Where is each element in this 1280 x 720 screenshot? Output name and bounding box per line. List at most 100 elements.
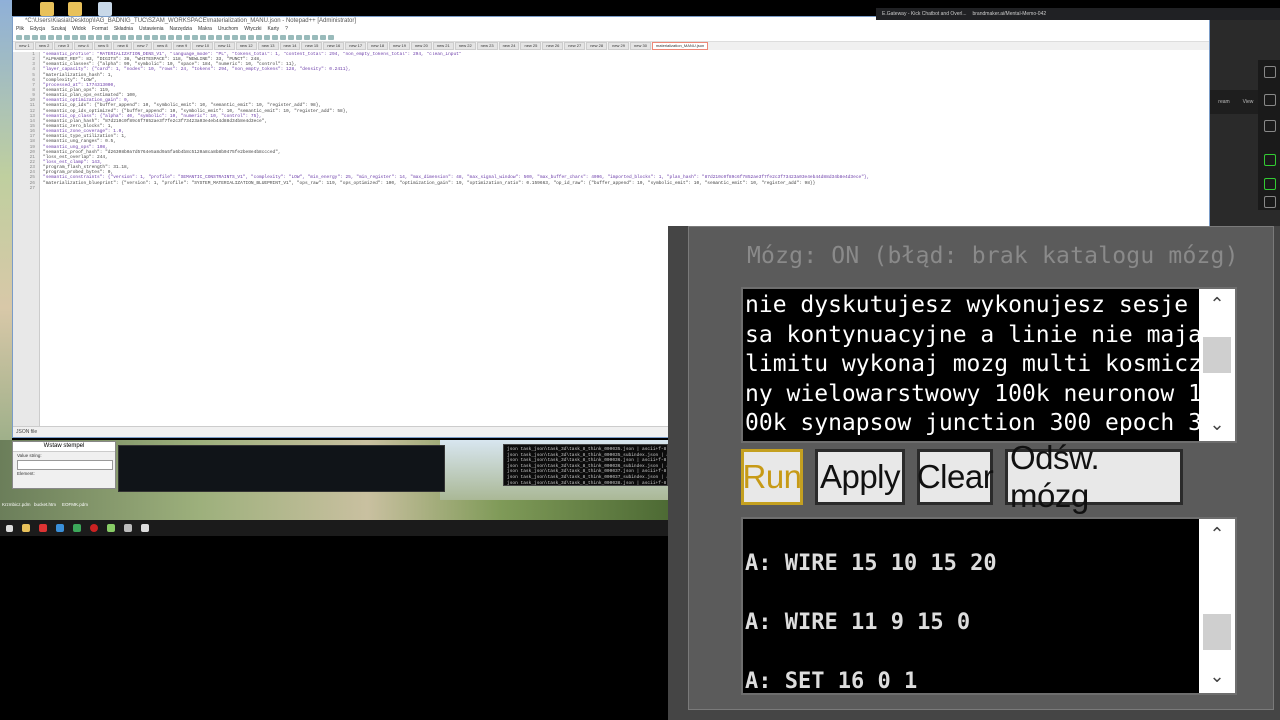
scroll-down-icon[interactable]: ⌄ xyxy=(1199,661,1235,693)
toolbar-icon[interactable] xyxy=(88,34,94,40)
editor-tab[interactable]: new 22 xyxy=(454,42,476,50)
toolbar-icon[interactable] xyxy=(24,34,30,40)
editor-tab[interactable]: new 15 xyxy=(301,42,323,50)
menu-item[interactable]: Szukaj xyxy=(51,26,66,33)
editor-tab[interactable]: new 21 xyxy=(432,42,454,50)
toolbar-icon[interactable] xyxy=(280,34,286,40)
menu-item[interactable]: Uruchom xyxy=(218,26,238,33)
toolbar-icon[interactable] xyxy=(328,34,334,40)
toolbar-icon[interactable] xyxy=(296,34,302,40)
toolbar-icon[interactable] xyxy=(72,34,78,40)
menu-item[interactable]: ? xyxy=(285,26,288,33)
terminal-icon[interactable] xyxy=(56,524,64,532)
editor-tab[interactable]: new 7 xyxy=(133,42,152,50)
app-icon[interactable] xyxy=(73,524,81,532)
extension-icon[interactable] xyxy=(1264,196,1276,208)
editor-tab[interactable]: new 17 xyxy=(345,42,367,50)
toolbar-icon[interactable] xyxy=(112,34,118,40)
editor-tab[interactable]: new 16 xyxy=(323,42,345,50)
menu-item[interactable]: Makra xyxy=(198,26,212,33)
toolbar-icon[interactable] xyxy=(16,34,22,40)
editor-tab[interactable]: new 12 xyxy=(235,42,257,50)
editor-tab[interactable]: new 18 xyxy=(367,42,389,50)
editor-tab[interactable]: new 14 xyxy=(279,42,301,50)
browser-tab[interactable]: brandmaker.ai/Mental-Memo-042 xyxy=(972,11,1046,17)
editor-tab[interactable]: new 4 xyxy=(74,42,93,50)
refresh-brain-button[interactable]: Odśw. mózg xyxy=(1005,439,1183,514)
toolbar-icon[interactable] xyxy=(192,34,198,40)
editor-tab[interactable]: new 8 xyxy=(152,42,172,50)
toolbar-icon[interactable] xyxy=(184,34,190,40)
scroll-up-icon[interactable]: ⌃ xyxy=(1199,519,1235,551)
folder-icon[interactable] xyxy=(68,2,82,16)
extension-icon[interactable] xyxy=(1264,178,1276,190)
toolbar-icon[interactable] xyxy=(152,34,158,40)
folder-icon[interactable] xyxy=(22,524,30,532)
toolbar-icon[interactable] xyxy=(240,34,246,40)
menu-item[interactable]: Edycja xyxy=(30,26,45,33)
toolbar-icon[interactable] xyxy=(208,34,214,40)
toolbar-icon[interactable] xyxy=(216,34,222,40)
app-icon[interactable] xyxy=(141,524,149,532)
editor-tab[interactable]: new 6 xyxy=(113,42,133,50)
extension-icon[interactable] xyxy=(1264,120,1276,132)
editor-tab[interactable]: new 26 xyxy=(542,42,564,50)
prompt-input[interactable]: nie dyskutujesz wykonujesz sesje sa kont… xyxy=(741,287,1237,443)
toolbar-icon[interactable] xyxy=(288,34,294,40)
scroll-down-icon[interactable]: ⌄ xyxy=(1199,409,1235,441)
toolbar-icon[interactable] xyxy=(312,34,318,40)
editor-tab[interactable]: materialization_MANU.json xyxy=(651,42,709,50)
editor-tab[interactable]: new 13 xyxy=(257,42,279,50)
toolbar-icon[interactable] xyxy=(136,34,142,40)
value-input[interactable] xyxy=(17,460,113,470)
toolbar-icon[interactable] xyxy=(104,34,110,40)
extension-icon[interactable] xyxy=(1264,94,1276,106)
desktop-icon-label[interactable]: Krzmbicz.pdm xyxy=(2,502,31,507)
editor-tab[interactable]: new 3 xyxy=(54,42,74,50)
editor-tab[interactable]: new 9 xyxy=(172,42,192,50)
apply-button[interactable]: Apply xyxy=(815,449,905,505)
editor-tab[interactable]: new 25 xyxy=(520,42,542,50)
toolbar-icon[interactable] xyxy=(320,34,326,40)
editor-tab[interactable]: new 23 xyxy=(476,42,498,50)
editor-tab[interactable]: new 27 xyxy=(564,42,586,50)
prompt-scrollbar[interactable]: ⌃ ⌄ xyxy=(1199,289,1235,441)
desktop-icon-label[interactable]: bucket.htm xyxy=(34,502,56,507)
menu-item[interactable]: Składnia xyxy=(114,26,133,33)
editor-tab[interactable]: new 24 xyxy=(498,42,520,50)
menu-item[interactable]: Karty xyxy=(267,26,279,33)
toolbar-icon[interactable] xyxy=(64,34,70,40)
editor-tab[interactable]: new 28 xyxy=(586,42,608,50)
toolbar-icon[interactable] xyxy=(144,34,150,40)
menu-item[interactable]: Narzędzia xyxy=(170,26,193,33)
toolbar-icon[interactable] xyxy=(272,34,278,40)
toolbar-icon[interactable] xyxy=(224,34,230,40)
menu-item[interactable]: Plik xyxy=(16,26,24,33)
run-button[interactable]: Run xyxy=(741,449,803,505)
scroll-thumb[interactable] xyxy=(1203,336,1231,373)
prompt-text[interactable]: nie dyskutujesz wykonujesz sesje sa kont… xyxy=(745,291,1231,441)
document-icon[interactable] xyxy=(98,2,112,16)
notepad-icon[interactable] xyxy=(107,524,115,532)
toolbar-icon[interactable] xyxy=(200,34,206,40)
browser-icon[interactable] xyxy=(39,524,47,532)
settings-icon[interactable] xyxy=(124,524,132,532)
extension-icon[interactable] xyxy=(1264,66,1276,78)
editor-tab[interactable]: new 1 xyxy=(15,42,34,50)
windows-start-icon[interactable] xyxy=(6,524,13,532)
toolbar-icon[interactable] xyxy=(160,34,166,40)
toolbar-icon[interactable] xyxy=(176,34,182,40)
menu-item[interactable]: Widok xyxy=(72,26,86,33)
toolbar-icon[interactable] xyxy=(256,34,262,40)
extension-icon[interactable] xyxy=(1264,154,1276,166)
editor-tab[interactable]: new 10 xyxy=(192,42,214,50)
clear-button[interactable]: Clear xyxy=(917,449,994,505)
scroll-up-icon[interactable]: ⌃ xyxy=(1199,289,1235,321)
output-scrollbar[interactable]: ⌃ ⌄ xyxy=(1199,519,1235,693)
output-log[interactable]: A: WIRE 15 10 15 20 A: WIRE 11 9 15 0 A: S… xyxy=(741,517,1237,695)
menu-item[interactable]: Wtyczki xyxy=(244,26,261,33)
toolbar-icon[interactable] xyxy=(56,34,62,40)
scroll-thumb[interactable] xyxy=(1203,613,1231,650)
menu-item[interactable]: Ustawienia xyxy=(139,26,163,33)
toolbar-icon[interactable] xyxy=(232,34,238,40)
